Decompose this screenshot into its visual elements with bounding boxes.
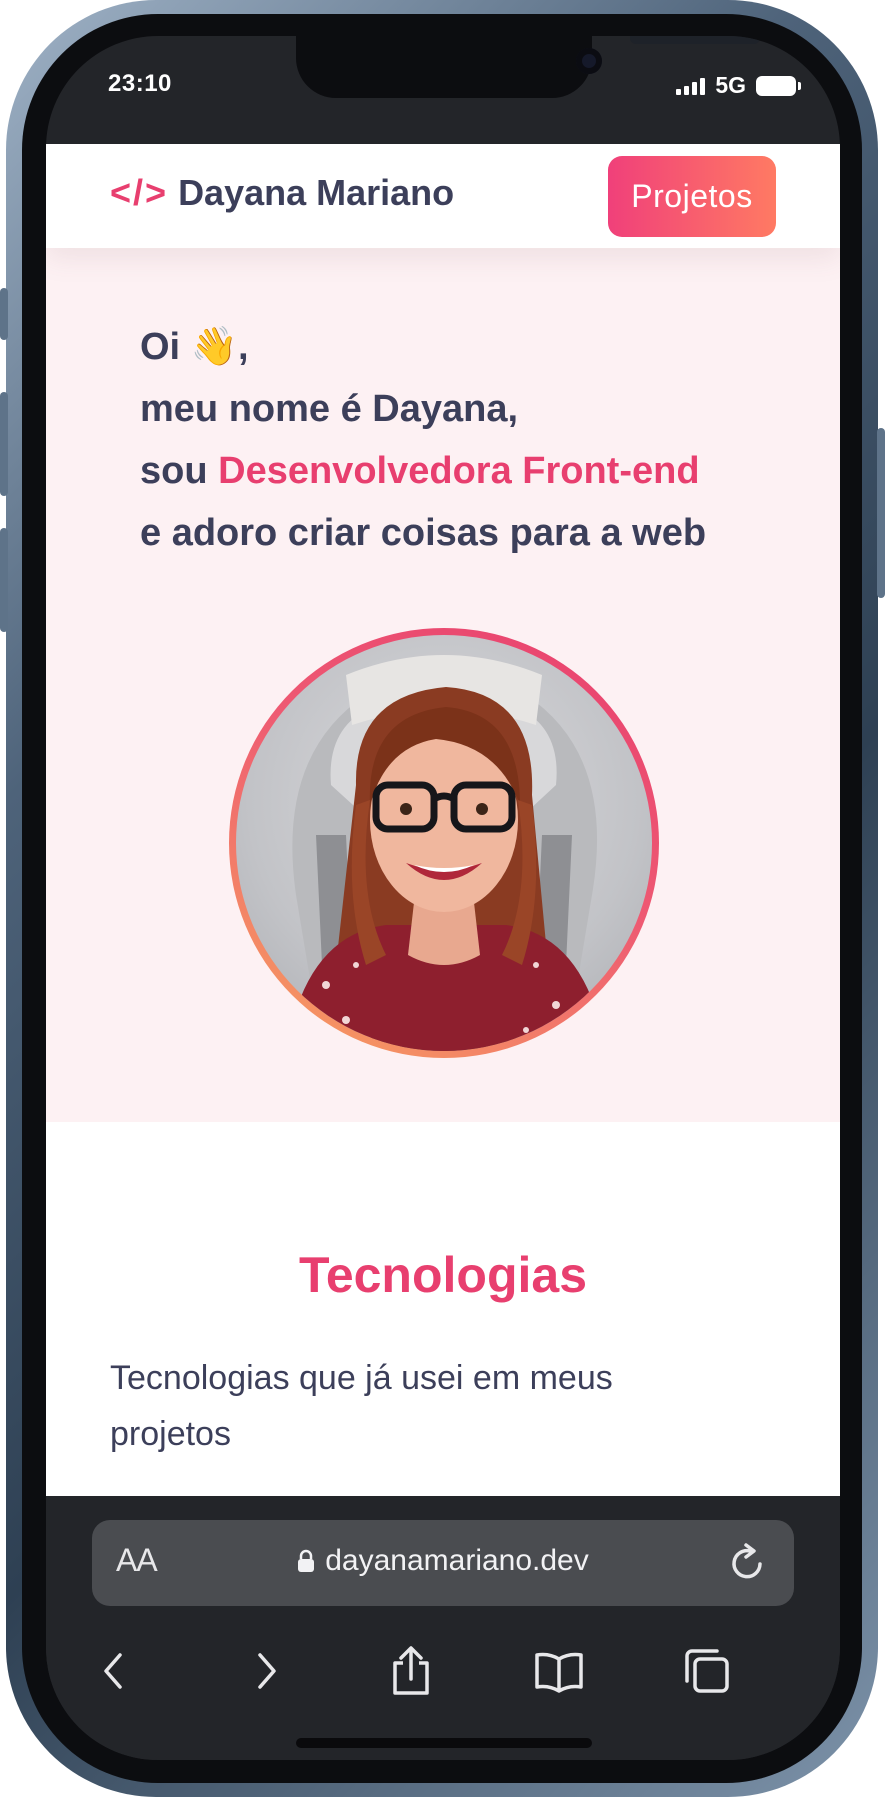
hero-line-tagline: e adoro criar coisas para a web (140, 512, 707, 554)
forward-button[interactable] (232, 1636, 302, 1706)
tabs-icon (685, 1649, 729, 1693)
lock-icon (298, 1549, 315, 1572)
status-indicators: 5G (676, 72, 801, 99)
technologies-section: Tecnologias Tecnologias que já usei em m… (46, 1122, 840, 1496)
book-icon (535, 1652, 583, 1693)
address-bar[interactable]: AA dayanamariano.dev (92, 1520, 794, 1606)
logo-name: Dayana Mariano (178, 172, 455, 213)
code-icon: </> (110, 172, 169, 213)
dynamic-notch (296, 36, 760, 98)
browser-toolbar (46, 1636, 840, 1706)
battery-icon (756, 75, 801, 96)
chevron-left-icon (104, 1653, 122, 1689)
avatar-ring (229, 628, 659, 1058)
volume-up-button (0, 392, 8, 496)
hero-line-name: meu nome é Dayana, (140, 388, 519, 430)
url-display[interactable]: dayanamariano.dev (92, 1544, 794, 1578)
web-page[interactable]: </> Dayana Mariano Projetos Oi 👋, meu no… (46, 144, 840, 1496)
hero-line-role: sou Desenvolvedora Front-end (140, 440, 800, 502)
front-camera (576, 48, 602, 74)
power-button (877, 428, 885, 598)
status-time: 23:10 (108, 70, 172, 97)
url-text: dayanamariano.dev (325, 1544, 589, 1577)
home-indicator (296, 1738, 592, 1748)
signal-icon (676, 77, 706, 95)
share-icon (393, 1646, 429, 1695)
hero-role-prefix: sou (140, 450, 219, 492)
technologies-subtitle: Tecnologias que já usei em meus projetos (110, 1359, 613, 1453)
tabs-button[interactable] (672, 1636, 742, 1706)
phone-screen: 23:10 5G </> Dayana Mariano Projetos Oi … (46, 36, 840, 1760)
site-header: </> Dayana Mariano Projetos (46, 144, 840, 248)
hero-section: Oi 👋, meu nome é Dayana, sou Desenvolved… (46, 248, 840, 1122)
action-button (0, 288, 8, 340)
profile-photo (236, 635, 652, 1051)
chevron-right-icon (258, 1653, 276, 1689)
reload-icon[interactable] (728, 1540, 768, 1584)
projects-button[interactable]: Projetos (608, 156, 776, 237)
site-logo[interactable]: </> Dayana Mariano (110, 172, 454, 214)
network-label: 5G (715, 72, 746, 98)
hero-greeting: Oi 👋, (140, 326, 249, 368)
profile-photo-illustration (286, 655, 606, 1051)
bookmarks-button[interactable] (524, 1636, 594, 1706)
technologies-title: Tecnologias (298, 1247, 587, 1303)
speaker-grille (630, 36, 760, 44)
browser-bottom-bar: AA dayanamariano.dev (46, 1496, 840, 1760)
hero-heading: Oi 👋, meu nome é Dayana, sou Desenvolved… (140, 316, 800, 564)
back-button[interactable] (78, 1636, 148, 1706)
volume-down-button (0, 528, 8, 632)
hero-role: Desenvolvedora Front-end (218, 450, 700, 492)
share-button[interactable] (376, 1636, 446, 1706)
